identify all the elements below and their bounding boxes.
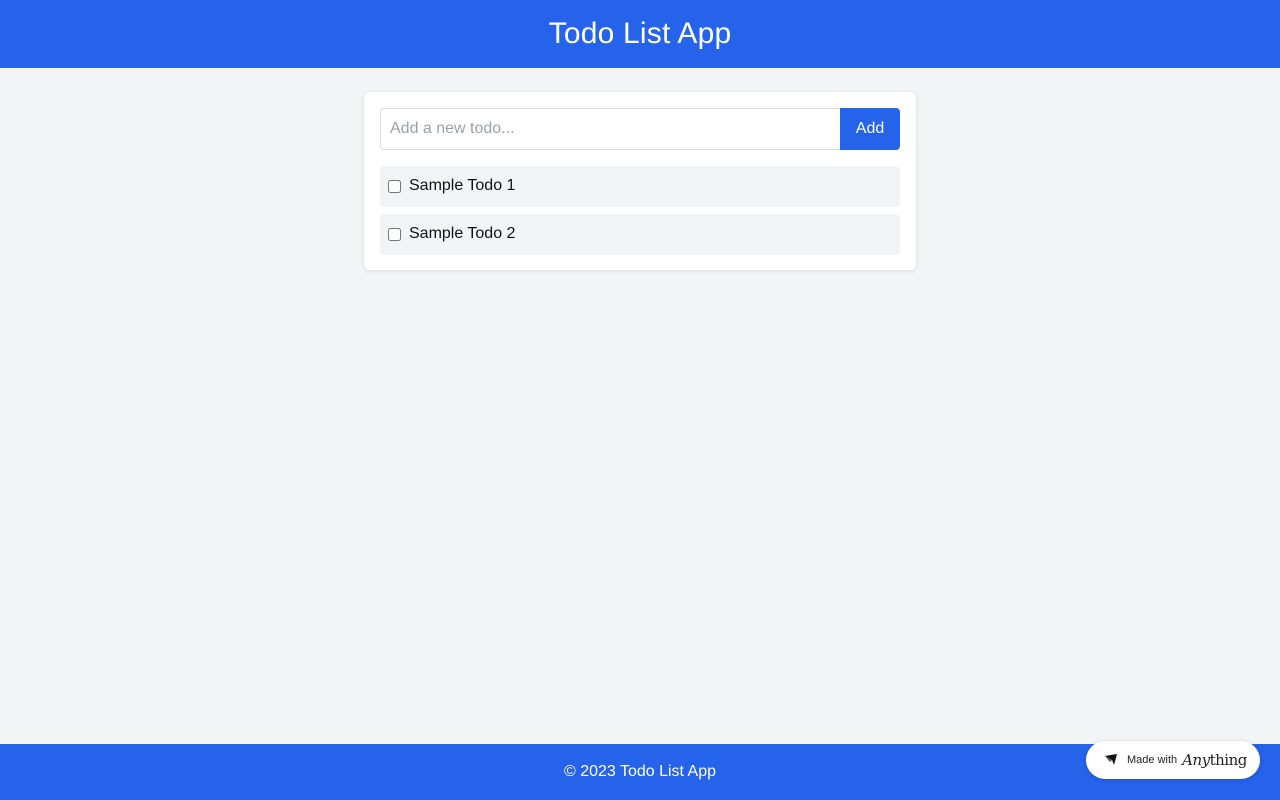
todo-item: Sample Todo 1 bbox=[380, 166, 900, 206]
made-with-anything-badge[interactable]: Made with Anything bbox=[1086, 741, 1260, 779]
todo-text: Sample Todo 2 bbox=[409, 225, 516, 242]
footer-copyright: © 2023 Todo List App bbox=[563, 763, 717, 780]
app-title: Todo List App bbox=[548, 17, 732, 50]
todo-checkbox[interactable] bbox=[388, 179, 401, 193]
todo-text: Sample Todo 1 bbox=[409, 177, 516, 194]
todo-list: Sample Todo 1 Sample Todo 2 bbox=[380, 166, 900, 262]
new-todo-input[interactable] bbox=[380, 108, 840, 150]
badge-brand-italic: Any bbox=[1182, 751, 1210, 769]
add-todo-button[interactable]: Add bbox=[840, 108, 900, 150]
badge-prefix: Made with bbox=[1127, 754, 1178, 766]
todo-card: Add Sample Todo 1 Sample Todo 2 bbox=[364, 92, 916, 270]
todo-item: Sample Todo 2 bbox=[380, 214, 900, 254]
todo-checkbox[interactable] bbox=[388, 227, 401, 241]
badge-brand-rest: thing bbox=[1209, 751, 1248, 769]
badge-brand: Anything bbox=[1182, 751, 1247, 769]
anything-logo-icon bbox=[1104, 753, 1118, 767]
add-todo-form: Add bbox=[380, 108, 900, 150]
app-header: Todo List App bbox=[0, 0, 1280, 68]
